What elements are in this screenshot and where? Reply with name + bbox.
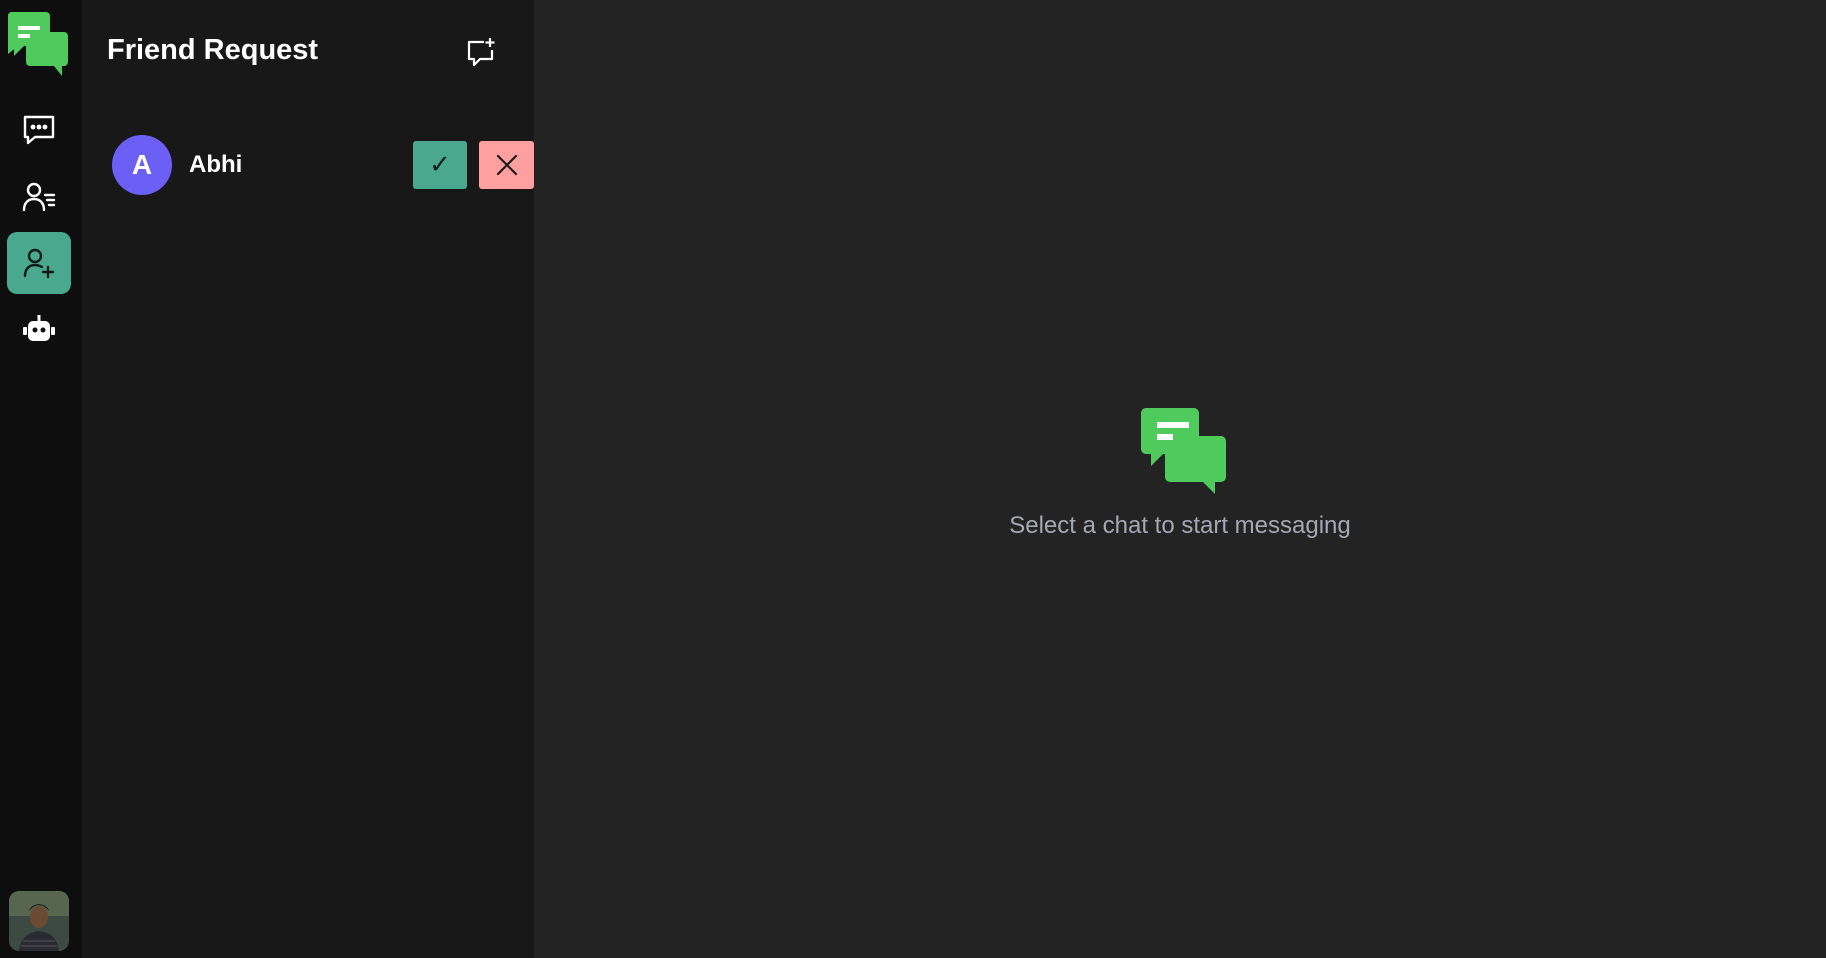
close-icon bbox=[496, 154, 517, 176]
new-chat-button[interactable] bbox=[464, 35, 498, 69]
user-photo-icon bbox=[9, 891, 69, 951]
rail-item-chats[interactable] bbox=[7, 99, 71, 161]
friend-request-panel: Friend Request A Abhi ✓ bbox=[82, 0, 534, 958]
chat-dots-icon bbox=[23, 115, 55, 145]
add-user-icon bbox=[23, 248, 55, 279]
rail-item-friend-requests[interactable] bbox=[7, 232, 71, 294]
app: Friend Request A Abhi ✓ Select a chat to… bbox=[0, 0, 1826, 958]
empty-state-text: Select a chat to start messaging bbox=[1009, 512, 1351, 539]
rail-item-bot[interactable] bbox=[7, 299, 71, 361]
rail-item-contacts[interactable] bbox=[7, 166, 71, 228]
user-avatar[interactable] bbox=[9, 891, 69, 951]
contacts-list-icon bbox=[22, 182, 56, 212]
robot-icon bbox=[23, 315, 55, 341]
chat-bubbles-logo-icon bbox=[8, 12, 68, 76]
chat-main-area: Select a chat to start messaging bbox=[534, 0, 1826, 958]
reject-request-button[interactable] bbox=[479, 141, 534, 189]
new-chat-icon bbox=[467, 38, 495, 67]
panel-title: Friend Request bbox=[107, 34, 319, 66]
accept-request-button[interactable]: ✓ bbox=[413, 141, 467, 189]
request-avatar: A bbox=[112, 135, 172, 195]
nav-rail bbox=[0, 0, 82, 958]
friend-request-item: A Abhi ✓ bbox=[112, 135, 534, 195]
chat-bubbles-logo-icon bbox=[1141, 408, 1226, 494]
request-name: Abhi bbox=[189, 151, 243, 178]
